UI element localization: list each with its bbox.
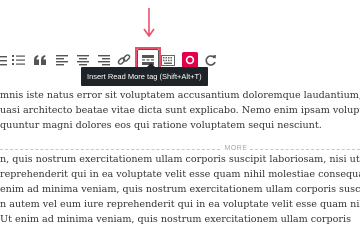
divider [250,149,360,150]
down-arrow-annotation [143,8,155,38]
text-line: enim ad minima veniam, quis nostrum exer… [0,184,360,195]
align-center-icon[interactable] [76,52,89,68]
bulleted-list-icon[interactable] [0,52,8,68]
text-line: mnis iste natus error sit voluptatem acc… [0,90,360,101]
refresh-icon[interactable] [203,52,217,68]
tooltip: Insert Read More tag (Shift+Alt+T) [81,63,208,86]
divider [0,149,220,150]
numbered-list-icon[interactable] [12,52,26,68]
paragraph: mnis iste natus error sit voluptatem acc… [0,88,360,133]
align-right-icon[interactable] [97,52,110,68]
text-line: n, quis nostrum exercitationem ullam cor… [0,154,360,165]
text-line: quuntur magni dolores eos qui ratione vo… [0,120,322,131]
text-line: reprehenderit qui in ea voluptate velit … [0,169,360,180]
text-line: uasi architecto beatae vitae dicta sunt … [0,105,360,116]
text-line: n autem vel eum iure reprehenderit qui i… [0,199,360,210]
align-left-icon[interactable] [55,52,68,68]
insert-link-icon[interactable] [117,52,131,68]
record-icon[interactable] [182,52,198,68]
paragraph: n, quis nostrum exercitationem ullam cor… [0,152,360,227]
text-line: Ut enim ad minima veniam, quis nostrum e… [0,214,352,225]
blockquote-icon[interactable] [33,52,47,68]
toolbar-toggle-icon[interactable] [161,52,175,68]
